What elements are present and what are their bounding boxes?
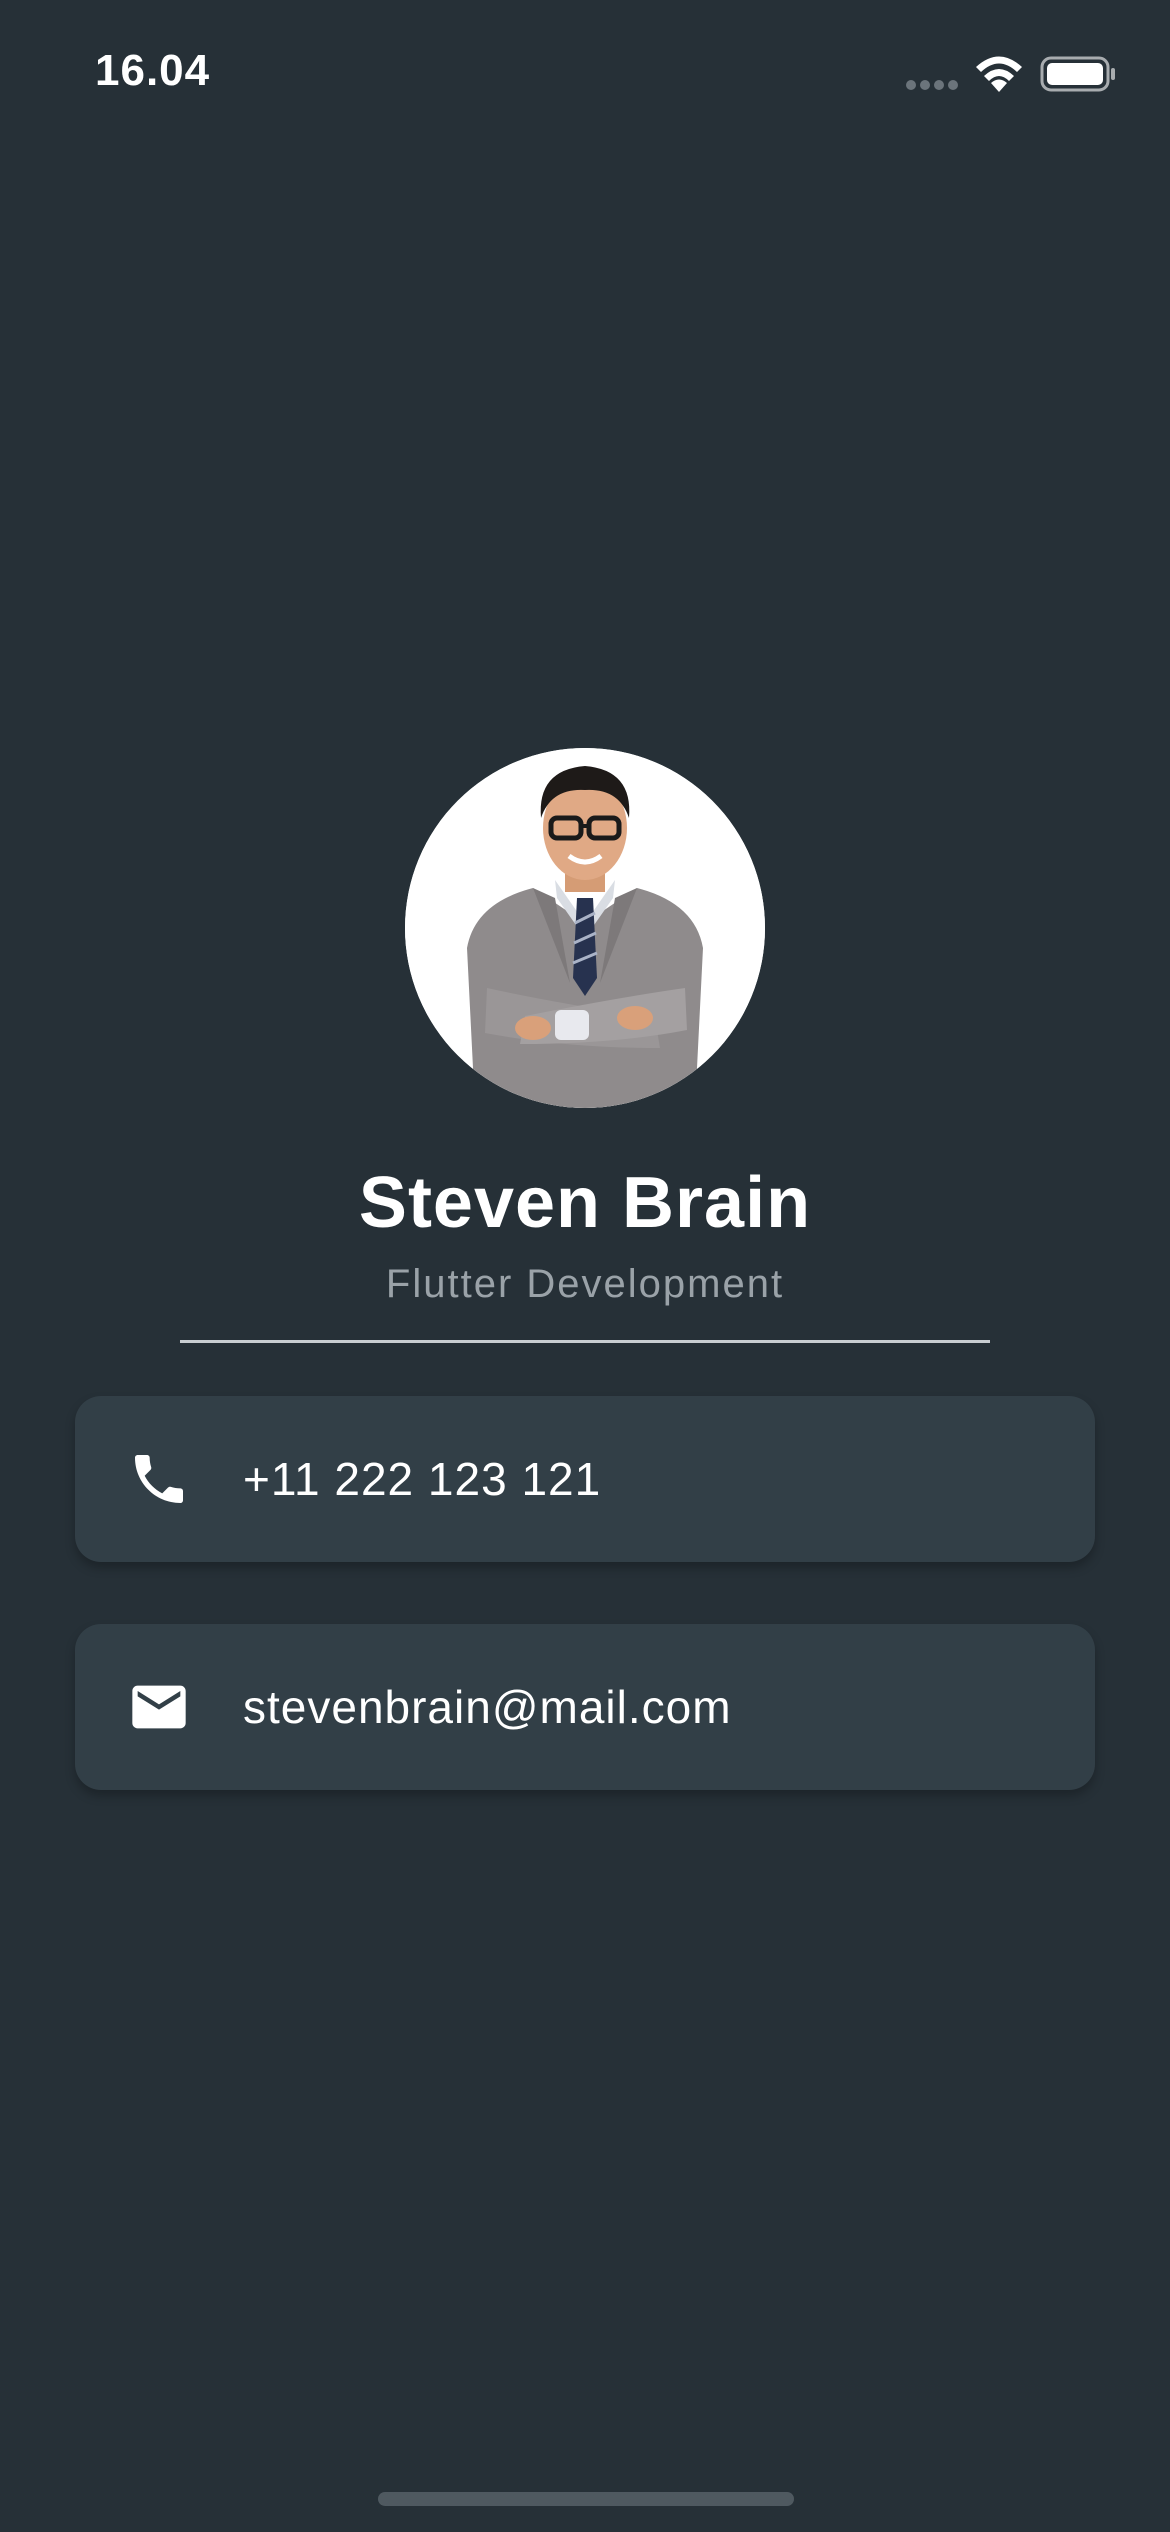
status-bar: 16.04 [0, 0, 1170, 150]
home-indicator[interactable] [378, 2492, 794, 2506]
profile-name: Steven Brain [358, 1163, 812, 1243]
status-time: 16.04 [95, 46, 211, 95]
email-address: stevenbrain@mail.com [243, 1681, 732, 1733]
phone-card[interactable]: +11 222 123 121 [75, 1396, 1095, 1562]
battery-icon [1040, 56, 1116, 92]
phone-number: +11 222 123 121 [243, 1453, 602, 1505]
email-card[interactable]: stevenbrain@mail.com [75, 1624, 1095, 1790]
divider [180, 1340, 990, 1343]
mail-icon [127, 1675, 191, 1739]
phone-icon [127, 1447, 191, 1511]
wifi-icon [972, 52, 1026, 94]
cellular-signal-icon [906, 80, 960, 92]
profile-avatar [405, 748, 765, 1108]
profile-role: Flutter Development [385, 1262, 785, 1306]
